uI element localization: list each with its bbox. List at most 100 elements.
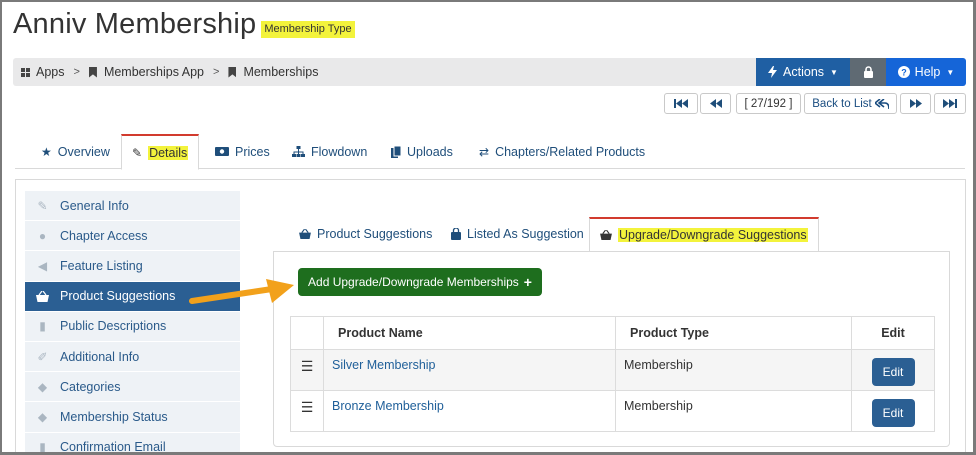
- sidebar-item-label: Public Descriptions: [60, 319, 167, 334]
- actions-button[interactable]: Actions ▼: [756, 58, 850, 86]
- drag-handle-icon[interactable]: ☰: [290, 349, 324, 391]
- svg-text:?: ?: [901, 68, 907, 78]
- tab-label: Upgrade/Downgrade Suggestions: [618, 228, 808, 242]
- sidebar-item-label: Membership Status: [60, 409, 168, 424]
- breadcrumb: Apps > Memberships App > Memberships: [21, 58, 318, 86]
- tab-label: Chapters/Related Products: [495, 144, 646, 159]
- bookmark-icon: [88, 66, 97, 78]
- record-counter: [ 27/192 ]: [736, 93, 801, 114]
- tags-icon: ◆: [37, 379, 48, 394]
- edit-cell: Edit: [851, 390, 935, 432]
- sidebar-item-label: Product Suggestions: [60, 289, 176, 304]
- sidebar-item-general-info[interactable]: ✎ General Info: [25, 191, 240, 222]
- tab-label: Overview: [57, 144, 110, 159]
- app-window: Anniv Membership Membership Type Apps > …: [0, 0, 976, 455]
- edit-icon: ✎: [132, 145, 143, 160]
- basket-icon: [299, 229, 311, 239]
- sidebar-item-public-descriptions[interactable]: ▮ Public Descriptions: [25, 311, 240, 342]
- backward-icon: [709, 99, 722, 108]
- sidebar-item-additional-info[interactable]: ✐ Additional Info: [25, 341, 240, 373]
- user-icon: ●: [38, 228, 47, 243]
- bolt-icon: [768, 66, 778, 78]
- sidebar-item-label: Additional Info: [60, 349, 140, 364]
- edit-button[interactable]: Edit: [871, 358, 915, 386]
- sidebar-item-label: Feature Listing: [60, 258, 143, 273]
- tab-label: Prices: [235, 144, 270, 159]
- back-to-list-button[interactable]: Back to List: [804, 93, 897, 114]
- previous-record-button[interactable]: [700, 93, 731, 114]
- forward-icon: [909, 99, 922, 108]
- sidebar-item-categories[interactable]: ◆ Categories: [25, 372, 240, 403]
- sidebar-item-membership-status[interactable]: ◆ Membership Status: [25, 402, 240, 433]
- tab-overview[interactable]: ★ Overview: [31, 134, 120, 169]
- tab-label: Product Suggestions: [317, 227, 433, 241]
- reply-all-icon: [874, 98, 889, 109]
- fast-forward-icon: [943, 99, 957, 108]
- drag-handle-icon[interactable]: ☰: [290, 390, 324, 432]
- help-button[interactable]: ? Help ▼: [886, 58, 966, 86]
- tab-prices[interactable]: Prices: [205, 134, 280, 169]
- lock-button[interactable]: [850, 58, 886, 86]
- sidebar-item-confirmation-email[interactable]: ▮ Confirmation Email: [25, 432, 240, 455]
- product-type-cell: Membership: [615, 349, 852, 391]
- annotation-arrow-icon: [189, 279, 294, 304]
- sidebar-item-feature-listing[interactable]: ◀ Feature Listing: [25, 251, 240, 282]
- retweet-icon: ⇄: [479, 144, 490, 159]
- product-name-link[interactable]: Silver Membership: [323, 349, 616, 391]
- table-header-row: Product Name Product Type Edit: [290, 316, 935, 350]
- suggestions-table: Product Name Product Type Edit ☰ Silver …: [290, 316, 935, 432]
- tab-details[interactable]: ✎ Details: [121, 134, 200, 170]
- tag-icon: ◆: [37, 409, 48, 424]
- pencil-icon: ✐: [37, 349, 48, 364]
- type-badge: Membership Type: [261, 21, 355, 38]
- column-header-product-type[interactable]: Product Type: [615, 316, 852, 350]
- tab-product-suggestions[interactable]: Product Suggestions: [289, 217, 442, 251]
- tab-uploads[interactable]: Uploads: [381, 134, 463, 169]
- fast-backward-icon: [674, 99, 688, 108]
- question-circle-icon: ?: [897, 66, 910, 78]
- next-record-button[interactable]: [900, 93, 931, 114]
- plus-icon: +: [523, 274, 532, 290]
- chevron-down-icon: ▼: [830, 67, 838, 77]
- money-icon: [215, 147, 229, 156]
- tab-flowdown[interactable]: Flowdown: [282, 134, 377, 169]
- add-button-label: Add Upgrade/Downgrade Memberships: [308, 275, 519, 289]
- column-header-product-name[interactable]: Product Name: [323, 316, 616, 350]
- sidebar-item-chapter-access[interactable]: ● Chapter Access: [25, 221, 240, 252]
- chevron-down-icon: ▼: [946, 67, 955, 77]
- breadcrumb-memberships-app[interactable]: Memberships App: [88, 65, 204, 79]
- tab-label: Uploads: [407, 144, 453, 159]
- product-name-link[interactable]: Bronze Membership: [323, 390, 616, 432]
- suggestion-tabs: Product Suggestions Listed As Suggestion…: [273, 217, 950, 252]
- tab-listed-as-suggestion[interactable]: Listed As Suggestion: [441, 217, 594, 251]
- edit-button[interactable]: Edit: [871, 399, 915, 427]
- breadcrumb-label: Apps: [36, 65, 65, 79]
- page-title: Anniv Membership: [13, 8, 257, 40]
- last-record-button[interactable]: [934, 93, 966, 114]
- column-header-edit: Edit: [851, 316, 935, 350]
- actions-label: Actions: [783, 65, 825, 79]
- basket-icon: [25, 290, 60, 302]
- breadcrumb-label: Memberships: [243, 65, 319, 79]
- table-row: ☰ Silver Membership Membership Edit: [290, 349, 935, 391]
- sidebar-item-label: General Info: [60, 198, 129, 213]
- tab-upgrade-downgrade-suggestions[interactable]: Upgrade/Downgrade Suggestions: [589, 217, 819, 252]
- breadcrumb-apps[interactable]: Apps: [21, 65, 65, 79]
- tab-label: Listed As Suggestion: [467, 227, 584, 241]
- chevron-right-icon: >: [213, 66, 220, 78]
- breadcrumb-memberships[interactable]: Memberships: [228, 65, 318, 79]
- chevron-right-icon: >: [73, 66, 80, 78]
- sidebar-item-label: Confirmation Email: [60, 440, 166, 455]
- details-panel: ✎ General Info ● Chapter Access ◀ Featur…: [15, 179, 966, 455]
- sitemap-icon: [292, 146, 305, 157]
- add-upgrade-downgrade-button[interactable]: Add Upgrade/Downgrade Memberships +: [298, 268, 542, 296]
- grid-icon: [21, 67, 30, 77]
- file-icon: ▮: [39, 440, 46, 455]
- sidebar-item-label: Chapter Access: [60, 228, 148, 243]
- product-type-cell: Membership: [615, 390, 852, 432]
- breadcrumb-bar: Apps > Memberships App > Memberships Act…: [13, 58, 966, 86]
- first-record-button[interactable]: [664, 93, 698, 114]
- tab-chapters-related-products[interactable]: ⇄ Chapters/Related Products: [469, 134, 655, 169]
- file-icon: ▮: [39, 319, 46, 334]
- back-to-list-label: Back to List: [812, 97, 872, 110]
